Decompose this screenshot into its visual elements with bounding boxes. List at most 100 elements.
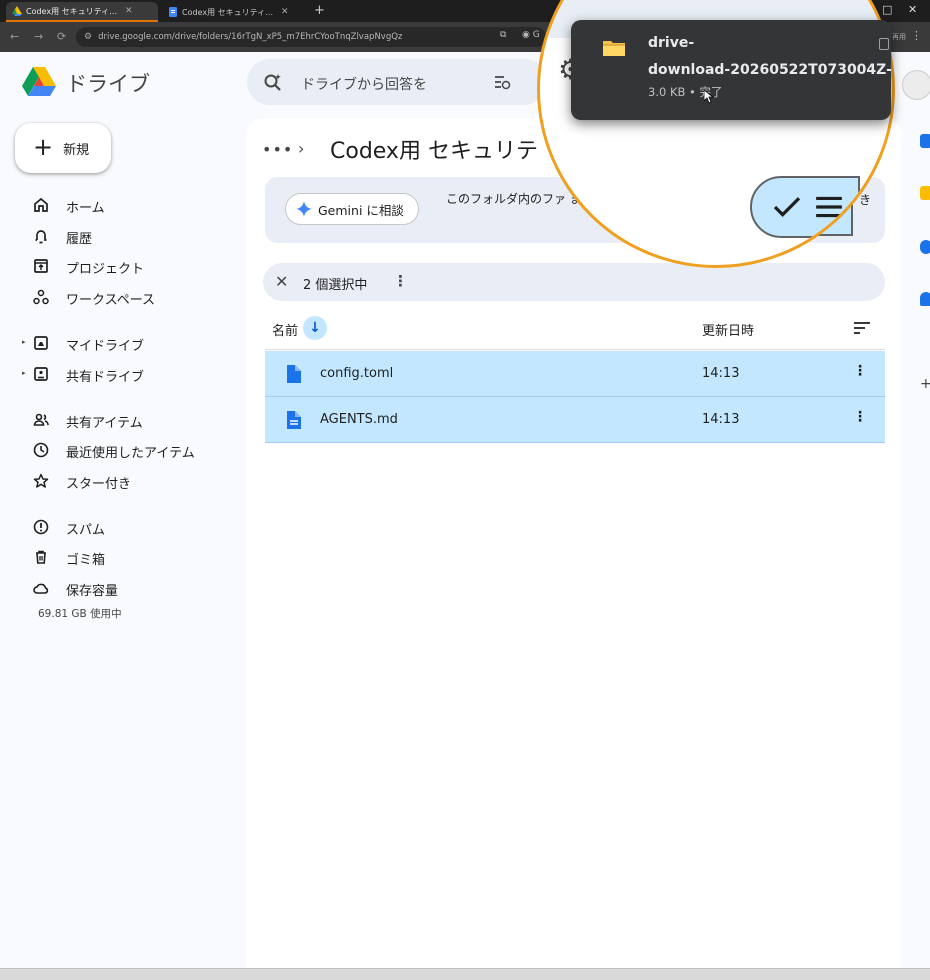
- browser-tab-drive[interactable]: Codex用 セキュリティファイル - Goo ✕: [6, 2, 158, 22]
- docs-favicon-icon: [169, 7, 177, 17]
- home-icon: [34, 197, 48, 212]
- file-name: config.toml: [320, 366, 394, 381]
- calendar-addon-icon[interactable]: [920, 134, 930, 148]
- file-modified: 14:13: [702, 366, 740, 381]
- people-icon: [33, 413, 49, 426]
- sidebar-item-label: 共有アイテム: [66, 416, 143, 431]
- row-more-icon[interactable]: ⋮: [853, 409, 867, 425]
- trash-icon: [36, 550, 46, 564]
- forward-icon[interactable]: →: [34, 30, 43, 43]
- new-button[interactable]: + 新規: [15, 123, 111, 173]
- sidebar-item-label: スター付き: [66, 477, 132, 492]
- sidebar-item-shared-drives[interactable]: ▸ 共有ドライブ: [20, 360, 220, 388]
- sidebar-item-projects[interactable]: プロジェクト: [20, 252, 220, 280]
- file-name: AGENTS.md: [320, 412, 398, 427]
- magnified-check-icon: [773, 197, 801, 217]
- extension-icon[interactable]: ◉ G: [522, 30, 540, 40]
- sidebar-item-label: スパム: [66, 523, 106, 538]
- drive-brand: ドライブ: [66, 73, 150, 96]
- tasks-addon-icon[interactable]: [920, 240, 930, 254]
- expand-caret-icon[interactable]: ▸: [22, 369, 26, 377]
- gemini-button[interactable]: Gemini に相談: [285, 193, 419, 225]
- sidebar-item-home[interactable]: ホーム: [20, 191, 220, 219]
- breadcrumb-chevron-icon: ›: [298, 139, 305, 158]
- clear-selection-icon[interactable]: ✕: [275, 272, 288, 291]
- sidebar-item-workspaces[interactable]: ワークスペース: [20, 283, 220, 311]
- spam-icon: [33, 519, 49, 535]
- workspaces-icon: [33, 289, 49, 305]
- sidebar-item-label: プロジェクト: [66, 262, 145, 277]
- file-icon: [287, 365, 301, 383]
- file-modified: 14:13: [702, 412, 740, 427]
- contacts-addon-icon[interactable]: [920, 292, 930, 306]
- search-bar[interactable]: ドライブから回答を: [247, 59, 547, 105]
- download-bubble[interactable]: drive- download-20260522T073004Z-3 3.0 K…: [571, 20, 893, 120]
- sidebar-item-my-drive[interactable]: ▸ マイドライブ: [20, 329, 220, 357]
- download-filename-line2[interactable]: download-20260522T073004Z-3: [648, 62, 893, 78]
- breadcrumb-overflow-icon[interactable]: •••: [262, 140, 293, 159]
- column-name[interactable]: 名前: [272, 320, 298, 339]
- expand-caret-icon[interactable]: ▸: [22, 338, 26, 346]
- extension-label: G: [532, 30, 540, 40]
- column-modified[interactable]: 更新日時: [702, 320, 754, 339]
- gemini-button-label: Gemini に相談: [318, 202, 404, 218]
- sidebar-item-starred[interactable]: スター付き: [20, 467, 220, 495]
- browser-tab-docs[interactable]: Codex用 セキュリティファイル設定マ ✕: [162, 2, 312, 22]
- search-filter-icon[interactable]: [493, 73, 511, 91]
- site-info-icon[interactable]: ⚙: [84, 32, 92, 42]
- file-list-header: 名前 ↓ 更新日時: [265, 312, 885, 350]
- open-in-folder-icon[interactable]: [879, 38, 889, 50]
- drive-logo-icon[interactable]: [22, 66, 56, 98]
- tab-close-icon[interactable]: ✕: [125, 6, 133, 16]
- cloud-icon: [33, 583, 49, 594]
- sidebar-item-label: ゴミ箱: [66, 553, 106, 568]
- table-row[interactable]: AGENTS.md 14:13 ⋮: [265, 397, 885, 443]
- browser-menu-icon[interactable]: ⋮: [911, 29, 922, 42]
- sidebar-item-label: ワークスペース: [66, 293, 156, 308]
- zip-folder-icon: [603, 41, 625, 56]
- document-icon: [287, 411, 301, 429]
- sidebar-item-spam[interactable]: スパム: [20, 513, 220, 541]
- sidebar-item-trash[interactable]: ゴミ箱: [20, 543, 220, 571]
- download-filename-line1[interactable]: drive-: [648, 35, 694, 51]
- sort-direction-icon[interactable]: ↓: [303, 316, 327, 340]
- sidebar-item-storage[interactable]: 保存容量: [20, 574, 220, 602]
- row-more-icon[interactable]: ⋮: [853, 363, 867, 379]
- address-bar[interactable]: ⚙ drive.google.com/drive/folders/16rTgN_…: [76, 27, 546, 47]
- back-icon[interactable]: ←: [10, 30, 19, 43]
- star-icon: [33, 473, 49, 488]
- sidebar-item-recent[interactable]: 最近使用したアイテム: [20, 436, 240, 464]
- tab-title: Codex用 セキュリティファイル設定マ: [182, 7, 277, 17]
- clock-icon: [33, 442, 49, 458]
- sidebar-item-history[interactable]: 履歴: [20, 222, 220, 250]
- add-addon-icon[interactable]: +: [920, 376, 930, 392]
- horizontal-scrollbar[interactable]: [0, 968, 930, 980]
- project-icon: [34, 259, 48, 273]
- sort-options-icon[interactable]: [853, 321, 871, 335]
- keep-addon-icon[interactable]: [920, 186, 930, 200]
- my-drive-icon: [34, 336, 48, 350]
- reload-icon[interactable]: ⟳: [57, 30, 66, 43]
- main-content-panel: [247, 118, 901, 968]
- tab-title: Codex用 セキュリティファイル - Goo: [26, 6, 121, 16]
- selection-more-icon[interactable]: ⋮: [393, 272, 408, 290]
- new-tab-icon[interactable]: +: [314, 3, 325, 18]
- storage-usage-text: 69.81 GB 使用中: [38, 608, 122, 620]
- window-close-icon[interactable]: ✕: [908, 3, 917, 16]
- new-button-label: 新規: [63, 142, 90, 158]
- sidebar-item-shared-items[interactable]: 共有アイテム: [20, 406, 220, 434]
- table-row[interactable]: config.toml 14:13 ⋮: [265, 351, 885, 397]
- mouse-cursor-icon: [704, 90, 714, 104]
- address-url: drive.google.com/drive/folders/16rTgN_xP…: [98, 32, 403, 42]
- search-input[interactable]: ドライブから回答を: [301, 74, 427, 94]
- tab-close-icon[interactable]: ✕: [281, 7, 289, 17]
- sidebar-item-label: 共有ドライブ: [66, 370, 145, 385]
- install-app-icon[interactable]: ⧉: [500, 30, 506, 40]
- sidebar-label: 再用: [892, 33, 906, 41]
- sidebar-item-label: 最近使用したアイテム: [66, 446, 195, 461]
- magnified-list-icon: [816, 196, 842, 218]
- sidebar-item-label: 履歴: [66, 232, 93, 247]
- page-title[interactable]: Codex用 セキュリテ: [330, 133, 538, 165]
- avatar[interactable]: [902, 70, 930, 100]
- addon-side-panel: +: [912, 120, 930, 970]
